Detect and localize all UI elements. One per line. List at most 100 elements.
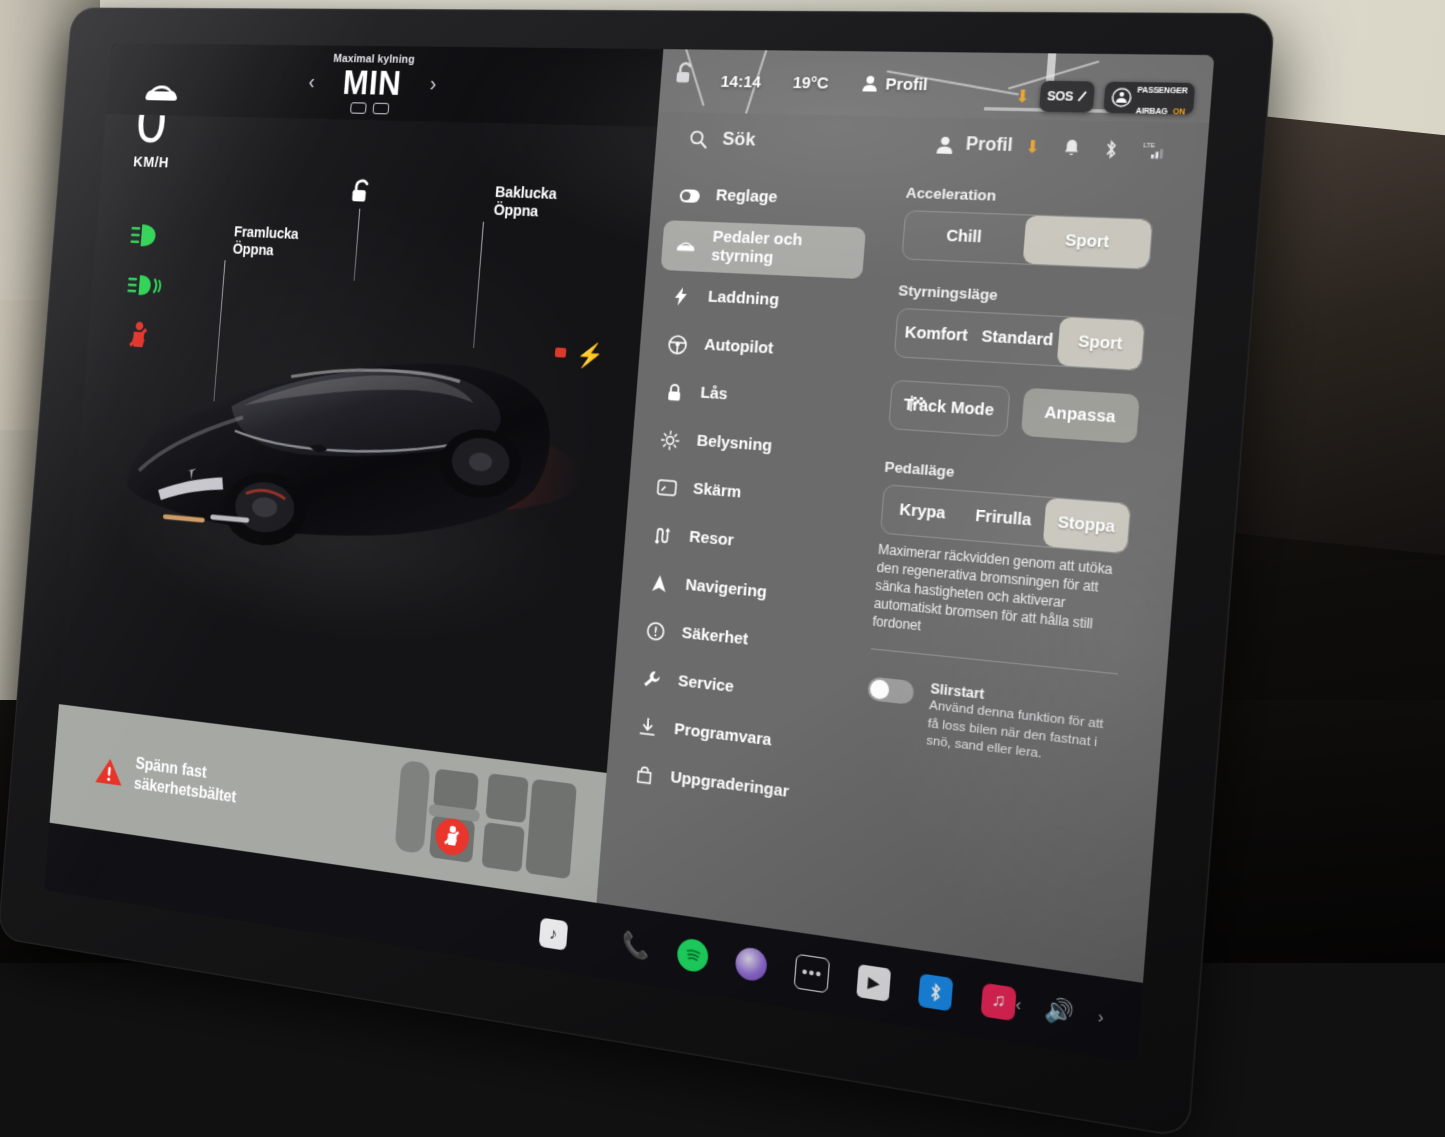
sidebar-item-reglage[interactable]: Reglage: [664, 173, 869, 225]
slip-start-row: Slirstart Använd denna funktion för att …: [863, 674, 1116, 771]
profile-label: Profil: [965, 135, 1014, 156]
charge-port-indicator: [554, 347, 567, 358]
more-apps-icon[interactable]: •••: [793, 953, 831, 993]
status-temperature: 19°C: [792, 73, 830, 93]
toggle-switch-icon: [678, 188, 701, 203]
sidebar-label-pedaler-och-styrning: Pedaler och styrning: [710, 227, 803, 268]
download-icon: [636, 716, 659, 737]
pedal-mode-description: Maximerar räckvidden genom att utöka den…: [871, 541, 1114, 635]
profile-person-icon: [935, 136, 953, 154]
display-icon: [655, 479, 678, 497]
pedal-option-krypa[interactable]: Krypa: [881, 485, 965, 539]
track-mode-row: Track Mode Anpassa: [887, 379, 1140, 446]
airbag-badge-line1: PASSENGER: [1137, 86, 1188, 96]
music-note-icon[interactable]: ♪: [538, 916, 569, 951]
status-profile-button[interactable]: Profil: [861, 74, 929, 95]
airbag-badge-state: ON: [1172, 107, 1186, 117]
spotify-app-icon[interactable]: [676, 936, 710, 974]
steering-option-komfort[interactable]: Komfort: [894, 309, 978, 361]
speed-unit: KM/H: [132, 153, 170, 172]
vent-indicators: [329, 101, 411, 114]
bluetooth-app-icon[interactable]: [917, 972, 954, 1011]
sidebar-label-service: Service: [677, 671, 735, 697]
sidebar-label-skarm: Skärm: [692, 479, 742, 502]
volume-next-button[interactable]: ›: [1097, 1007, 1105, 1028]
sidebar-label-autopilot: Autopilot: [703, 335, 774, 359]
customize-button[interactable]: Anpassa: [1020, 387, 1140, 444]
climate-value: MIN: [341, 62, 403, 102]
steering-option-standard[interactable]: Standard: [974, 313, 1060, 365]
phone-app-icon[interactable]: 📞: [619, 928, 651, 964]
touchscreen-bezel: P R N D 0 KM/H 291km: [0, 7, 1276, 1137]
bluetooth-icon[interactable]: [1103, 139, 1119, 159]
search-label: Sök: [721, 128, 757, 150]
content-divider: [870, 648, 1119, 676]
airbag-badge-line2: AIRBAG: [1135, 107, 1168, 116]
status-profile-label: Profil: [884, 74, 929, 95]
pedal-option-frirulla[interactable]: Frirulla: [961, 491, 1047, 546]
software-download-icon[interactable]: ⬇: [1015, 85, 1031, 107]
sidebar-item-laddning[interactable]: Laddning: [656, 273, 861, 328]
vent-feet-icon: [372, 102, 390, 114]
volume-prev-button[interactable]: ‹: [1015, 994, 1022, 1015]
vent-face-icon: [350, 101, 368, 114]
steering-mode-segmented-control: Komfort Standard Sport: [893, 307, 1146, 372]
climate-next-button[interactable]: ›: [429, 72, 437, 96]
tesla-touchscreen: P R N D 0 KM/H 291km: [44, 43, 1215, 1063]
car-render: [108, 344, 585, 667]
brightness-icon: [659, 429, 682, 450]
bell-icon[interactable]: [1063, 138, 1080, 157]
music-app-icon[interactable]: ♫: [980, 982, 1017, 1021]
sos-badge[interactable]: SOS: [1039, 80, 1096, 113]
steering-wheel-icon: [666, 334, 689, 355]
map-status-strip: 14:14 19°C Profil ⬇ SOS PASSENGER AIRBAG…: [657, 49, 1215, 124]
search-icon: [688, 129, 707, 148]
svg-text:LTE: LTE: [1143, 143, 1155, 150]
callout-front-trunk-line1: Framlucka: [233, 224, 300, 244]
acceleration-option-sport[interactable]: Sport: [1022, 215, 1153, 269]
unlocked-padlock-icon: [348, 177, 375, 202]
person-icon: [861, 75, 877, 92]
steering-mode-label: Styrningsläge: [897, 281, 999, 304]
warning-circle-icon: [644, 621, 667, 642]
callout-rear-trunk-line1: Baklucka: [494, 184, 558, 204]
sidebar-label-resor: Resor: [688, 527, 735, 551]
acceleration-option-chill[interactable]: Chill: [902, 211, 1027, 263]
status-time: 14:14: [720, 72, 762, 92]
climate-prev-button[interactable]: ‹: [308, 70, 316, 94]
sos-badge-label: SOS: [1046, 89, 1074, 104]
settings-app: 14:14 19°C Profil ⬇ SOS PASSENGER AIRBAG…: [595, 49, 1215, 983]
pedal-option-stoppa[interactable]: Stoppa: [1042, 497, 1131, 554]
steering-option-sport[interactable]: Sport: [1056, 316, 1145, 371]
callout-rear-trunk-line2: Öppna: [492, 202, 539, 222]
trips-icon: [651, 525, 674, 545]
climate-control-strip: ‹ Maximal kylning MIN ›: [105, 43, 663, 127]
car-controls-button[interactable]: [142, 81, 182, 104]
warning-triangle-icon: [95, 756, 124, 786]
customize-label: Anpassa: [1043, 403, 1117, 427]
track-mode-button[interactable]: Track Mode: [887, 379, 1011, 438]
speaker-volume-icon[interactable]: 🔊: [1044, 994, 1076, 1028]
climate-temperature[interactable]: Maximal kylning MIN: [329, 52, 415, 114]
passenger-airbag-badge[interactable]: PASSENGER AIRBAG ON: [1103, 81, 1196, 117]
navigation-arrow-icon: [647, 573, 670, 594]
bag-icon: [632, 764, 655, 785]
sidebar-label-programvara: Programvara: [673, 719, 773, 750]
sidebar-item-pedaler-och-styrning[interactable]: Pedaler och styrning: [660, 220, 866, 280]
voice-assistant-icon[interactable]: [734, 945, 769, 983]
sos-signal-icon: [1077, 90, 1087, 104]
airbag-icon: [1111, 88, 1133, 108]
seatbelt-warning: Spänn fast säkerhetsbältet: [94, 750, 238, 809]
car-icon: [674, 239, 697, 253]
sidebar-item-autopilot[interactable]: Autopilot: [653, 321, 858, 378]
cellular-signal-icon[interactable]: LTE: [1142, 140, 1166, 159]
sidebar-label-reglage: Reglage: [715, 186, 778, 207]
sidebar-label-uppgraderingar: Uppgraderingar: [669, 767, 790, 802]
callout-door-lock[interactable]: [348, 177, 375, 281]
volume-control: ‹ 🔊 ›: [1014, 990, 1141, 1038]
download-icon[interactable]: ⬇: [1024, 136, 1040, 158]
vehicle-visualization: Framlucka Öppna Baklucka Öppna ⚡: [61, 191, 650, 740]
slip-start-toggle[interactable]: [866, 676, 915, 706]
dashcam-app-icon[interactable]: ▶: [856, 963, 892, 1002]
sidebar-label-las: Lås: [699, 383, 729, 404]
